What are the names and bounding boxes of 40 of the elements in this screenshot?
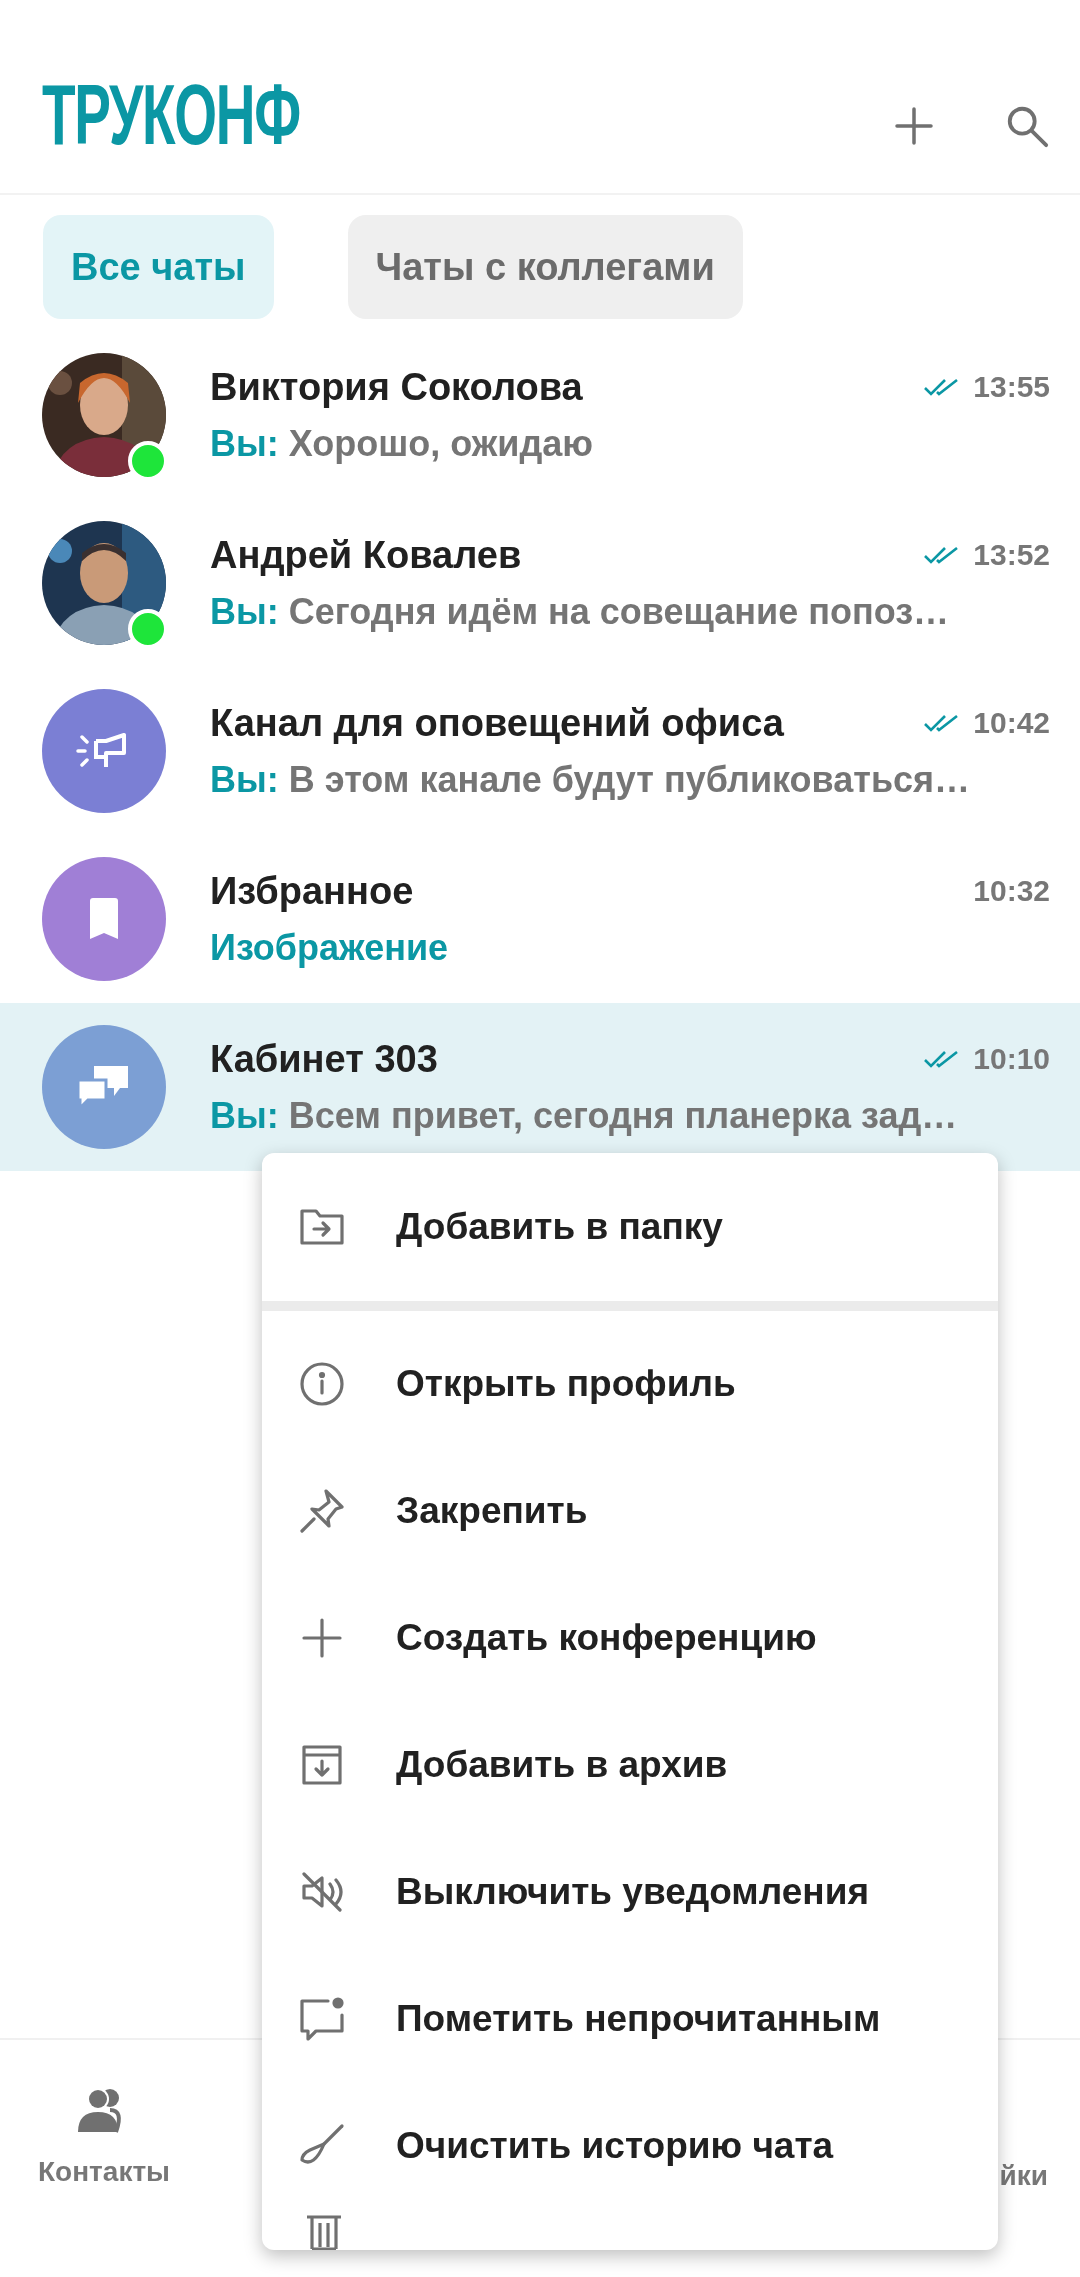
chat-name: Андрей Ковалев: [210, 533, 523, 577]
add-icon[interactable]: [894, 106, 934, 146]
nav-label[interactable]: йки: [999, 2160, 1048, 2192]
chat-item[interactable]: Андрей Ковалев 13:52 Вы: Сегодня идём на совещание попоз…: [0, 499, 1080, 667]
chat-time: 13:52: [973, 538, 1050, 572]
sender-label: Вы:: [210, 422, 279, 464]
chat-name: Кабинет 303: [210, 1037, 439, 1081]
message-preview: Всем привет, сегодня планерка зад…: [288, 1094, 958, 1136]
app-logo: ТРУКОНФ: [42, 71, 300, 157]
chat-name: Избранное: [210, 869, 415, 913]
message-preview: Хорошо, ожидаю: [288, 422, 594, 464]
menu-item[interactable]: Создать конференцию: [262, 1574, 998, 1701]
chat-time: 10:32: [973, 874, 1050, 908]
chat-time: 10:10: [973, 1042, 1050, 1076]
chat-time: 10:42: [973, 706, 1050, 740]
sender-label: Вы:: [210, 758, 279, 800]
chat-name: Виктория Соколова: [210, 365, 584, 409]
chat-time: 13:55: [973, 370, 1050, 404]
chat-item[interactable]: Избранное 10:32 Изображение: [0, 835, 1080, 1003]
message-preview: Изображение: [210, 926, 449, 968]
chat-item[interactable]: Виктория Соколова 13:55 Вы: Хорошо, ожидаю: [0, 331, 1080, 499]
menu-item[interactable]: Открыть профиль: [262, 1320, 998, 1447]
info-icon: [298, 1359, 346, 1408]
filter-tab[interactable]: Чаты с коллегами: [347, 215, 743, 319]
chat-item[interactable]: Кабинет 303 10:10 Вы: Всем привет, сегодня планерка зад…: [0, 1003, 1080, 1171]
nav-label[interactable]: Контакты: [38, 2156, 171, 2188]
chat-dot-icon: [298, 1994, 346, 2043]
menu-item[interactable]: Добавить в архив: [262, 1701, 998, 1828]
menu-item[interactable]: Закрепить: [262, 1447, 998, 1574]
chat-item[interactable]: Канал для оповещений офиса 10:42 Вы: В этом канале будут публиковаться…: [0, 667, 1080, 835]
menu-item[interactable]: Выключить уведомления: [262, 1828, 998, 1955]
trash-icon: [304, 2215, 344, 2250]
message-preview: В этом канале будут публиковаться…: [288, 758, 971, 800]
sender-label: Вы:: [210, 590, 279, 632]
menu-item[interactable]: Пометить непрочитанным: [262, 1955, 998, 2082]
sender-label: Вы:: [210, 1094, 279, 1136]
message-preview: Сегодня идём на совещание попоз…: [288, 590, 950, 632]
menu-item[interactable]: Очистить историю чата: [262, 2082, 998, 2209]
chat-name: Канал для оповещений офиса: [210, 701, 785, 745]
pin-icon: [298, 1486, 346, 1535]
